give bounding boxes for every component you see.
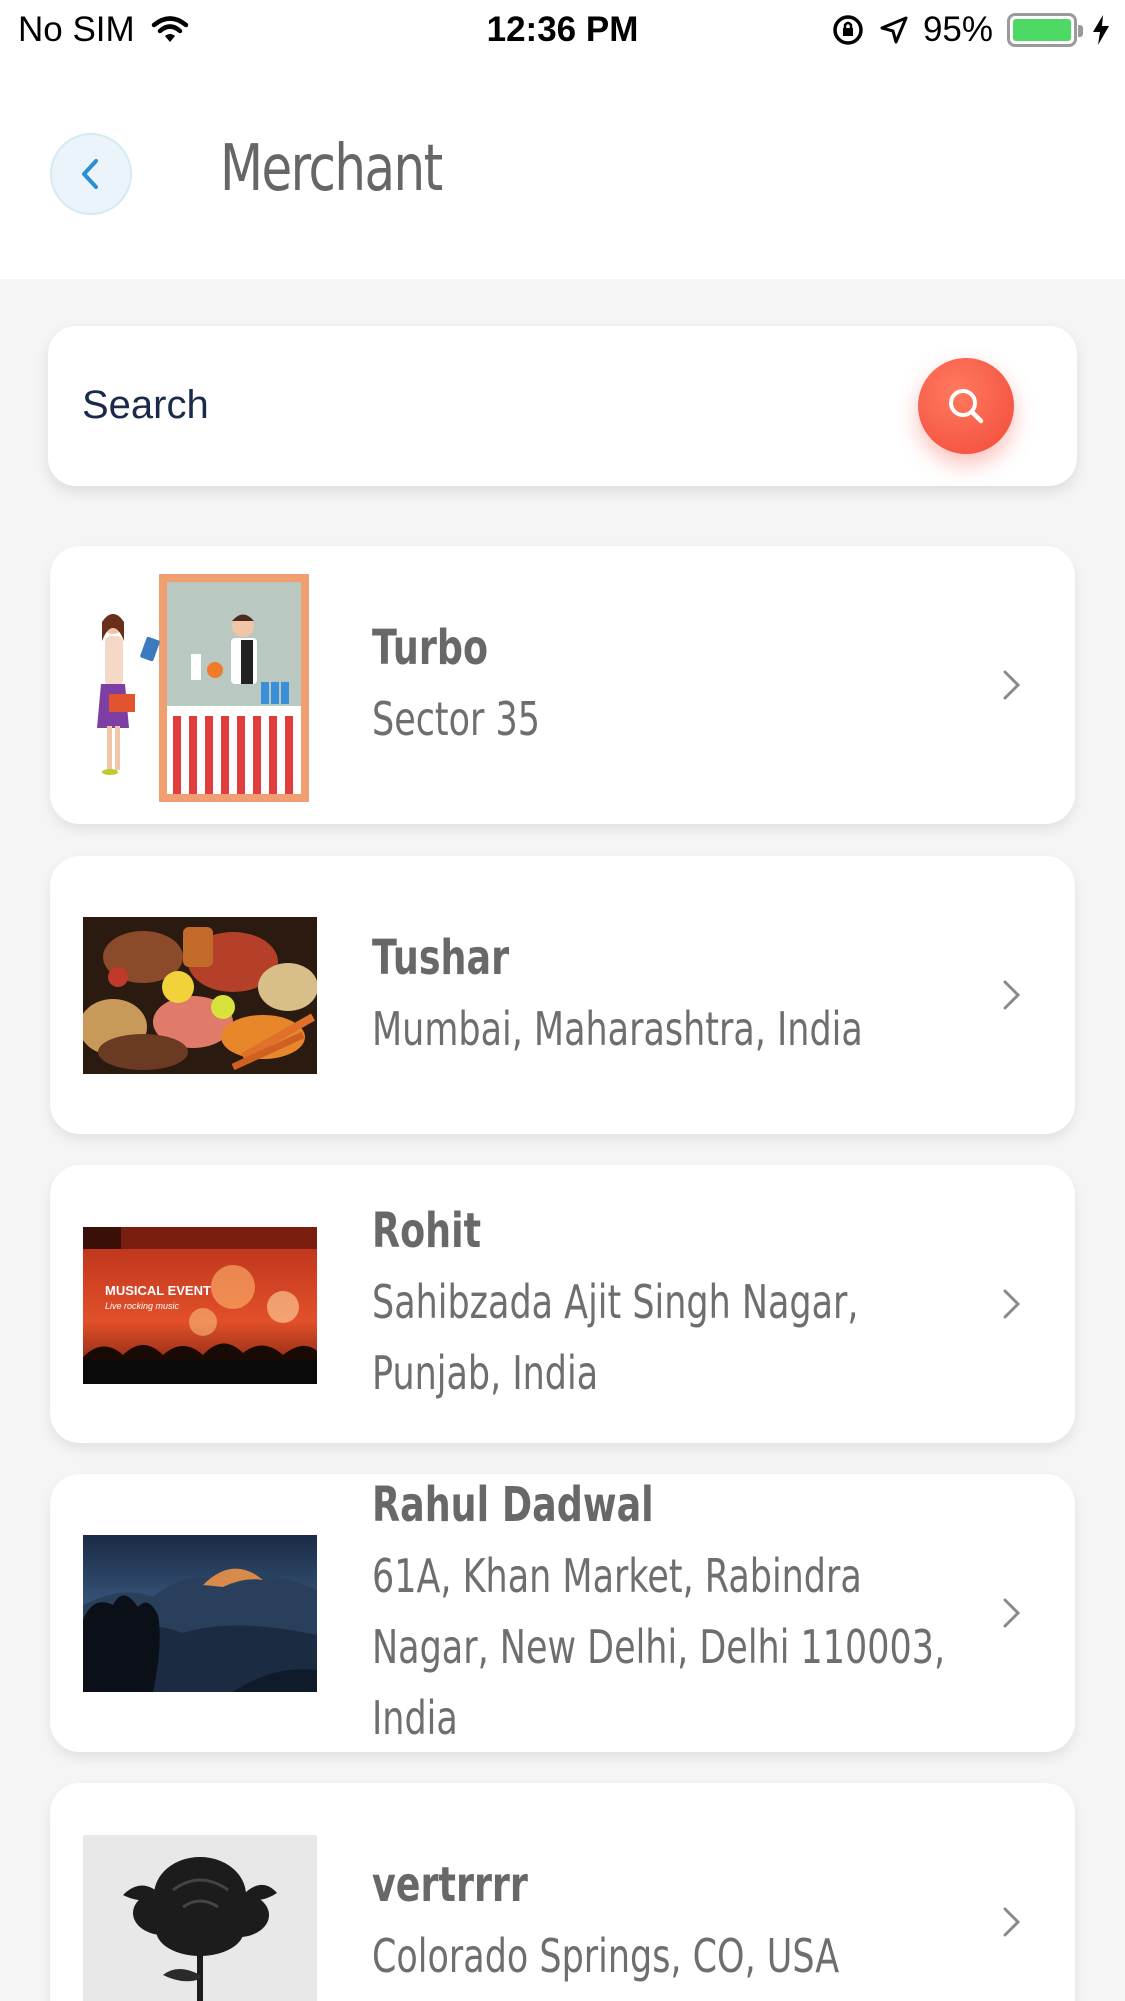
chevron-right-icon (1003, 670, 1021, 700)
merchant-info: Turbo Sector 35 (372, 612, 1012, 755)
search-bar (48, 326, 1077, 486)
event-subtitle-text: Live rocking music (105, 1301, 180, 1311)
merchant-name: Rohit (372, 1203, 482, 1259)
merchant-address: 61A, Khan Market, Rabindra Nagar, New De… (372, 1549, 946, 1745)
app-header: Merchant (0, 62, 1125, 279)
battery-icon (1007, 13, 1083, 47)
event-title-text: MUSICAL EVENT (105, 1283, 211, 1298)
merchant-card[interactable]: Turbo Sector 35 (50, 546, 1075, 824)
orientation-lock-icon (833, 15, 863, 45)
merchant-info: Rohit Sahibzada Ajit Singh Nagar, Punjab… (372, 1195, 1012, 1409)
merchant-info: Tushar Mumbai, Maharashtra, India (372, 922, 1012, 1065)
merchant-thumbnail-groceries (83, 917, 317, 1074)
merchant-info: vertrrrr Colorado Springs, CO, USA (372, 1849, 1012, 1992)
status-right: 95% (831, 10, 1111, 50)
merchant-thumbnail-landscape (83, 1535, 317, 1692)
chevron-right-icon (1003, 1598, 1021, 1628)
merchant-card[interactable]: MUSICAL EVENT Live rocking music Rohit S… (50, 1165, 1075, 1443)
search-icon (949, 389, 984, 424)
chevron-right-icon (1003, 980, 1021, 1010)
merchant-address: Colorado Springs, CO, USA (372, 1929, 840, 1983)
merchant-card[interactable]: vertrrrr Colorado Springs, CO, USA (50, 1783, 1075, 2001)
merchant-thumbnail-shop (83, 566, 317, 806)
back-button[interactable] (50, 133, 132, 215)
page-title: Merchant (220, 132, 443, 206)
charging-bolt-icon (1093, 15, 1109, 45)
merchant-thumbnail-event: MUSICAL EVENT Live rocking music (83, 1227, 317, 1384)
merchant-info: Rahul Dadwal 61A, Khan Market, Rabindra … (372, 1469, 1012, 1754)
merchant-address: Sahibzada Ajit Singh Nagar, Punjab, Indi… (372, 1275, 859, 1400)
search-input[interactable] (82, 370, 902, 440)
merchant-card[interactable]: Rahul Dadwal 61A, Khan Market, Rabindra … (50, 1474, 1075, 1752)
merchant-address: Mumbai, Maharashtra, India (372, 1002, 863, 1056)
merchant-name: Rahul Dadwal (372, 1477, 654, 1533)
merchant-name: Tushar (372, 930, 510, 986)
search-button[interactable] (918, 358, 1014, 454)
location-arrow-icon (880, 16, 908, 44)
chevron-right-icon (1003, 1907, 1021, 1937)
merchant-card[interactable]: Tushar Mumbai, Maharashtra, India (50, 856, 1075, 1134)
battery-percent: 95% (922, 10, 993, 49)
status-bar: No SIM 12:36 PM 95% (0, 0, 1125, 62)
chevron-right-icon (1003, 1289, 1021, 1319)
merchant-thumbnail-rose (83, 1835, 317, 2001)
merchant-name: Turbo (372, 620, 489, 676)
chevron-left-icon (82, 159, 98, 189)
merchant-address: Sector 35 (372, 692, 540, 746)
merchant-name: vertrrrr (372, 1857, 528, 1913)
